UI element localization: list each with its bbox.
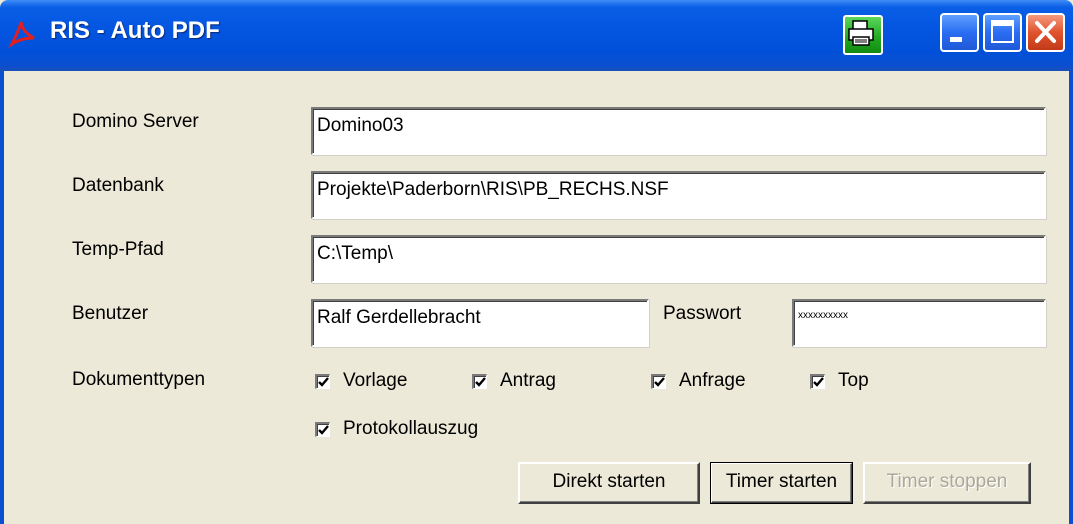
database-input[interactable]: Projekte\Paderborn\RIS\PB_RECHS.NSF [311, 171, 1046, 219]
direct-start-button[interactable]: Direkt starten [518, 462, 700, 504]
window-frame-right [1069, 71, 1073, 524]
checkmark-icon [813, 376, 824, 387]
server-label: Domino Server [72, 111, 199, 132]
minimize-icon [942, 37, 977, 54]
title-bar[interactable]: RIS - Auto PDF [0, 0, 1073, 71]
pdf-icon [8, 18, 38, 50]
checkmark-icon [654, 376, 665, 387]
printer-icon [845, 20, 877, 53]
checkbox-box[interactable] [472, 373, 487, 389]
checkbox-antrag[interactable]: Antrag [472, 370, 556, 392]
server-input[interactable]: Domino03 [311, 107, 1046, 155]
temp-path-label: Temp-Pfad [72, 239, 164, 260]
checkbox-box[interactable] [315, 421, 330, 437]
checkbox-top[interactable]: Top [810, 370, 869, 392]
checkbox-box[interactable] [651, 373, 666, 389]
checkbox-label: Top [838, 370, 869, 391]
timer-stop-button: Timer stoppen [863, 462, 1031, 504]
checkbox-protokollauszug[interactable]: Protokollauszug [315, 418, 478, 440]
checkbox-label: Antrag [500, 370, 556, 391]
doctypes-label: Dokumenttypen [72, 369, 206, 390]
checkbox-label: Anfrage [679, 370, 746, 391]
checkbox-anfrage[interactable]: Anfrage [651, 370, 746, 392]
close-button[interactable] [1026, 13, 1065, 52]
password-label: Passwort [663, 303, 742, 324]
printer-button[interactable] [843, 15, 883, 55]
timer-start-button[interactable]: Timer starten [710, 462, 853, 504]
checkbox-box[interactable] [810, 373, 825, 389]
maximize-icon [985, 20, 1020, 54]
checkmark-icon [318, 376, 329, 387]
checkbox-label: Vorlage [343, 370, 408, 391]
checkbox-box[interactable] [315, 373, 330, 389]
checkbox-vorlage[interactable]: Vorlage [315, 370, 407, 392]
user-input[interactable]: Ralf Gerdellebracht [311, 299, 649, 347]
user-label: Benutzer [72, 303, 149, 324]
close-icon [1028, 21, 1063, 54]
checkbox-label: Protokollauszug [343, 418, 479, 439]
window-title: RIS - Auto PDF [50, 17, 220, 44]
window-frame-left [0, 71, 4, 524]
minimize-button[interactable] [940, 13, 979, 52]
database-label: Datenbank [72, 175, 164, 196]
password-input[interactable]: xxxxxxxxxx [792, 299, 1046, 347]
temp-path-input[interactable]: C:\Temp\ [311, 235, 1046, 283]
checkmark-icon [475, 376, 486, 387]
checkmark-icon [318, 424, 329, 435]
maximize-button[interactable] [983, 13, 1022, 52]
